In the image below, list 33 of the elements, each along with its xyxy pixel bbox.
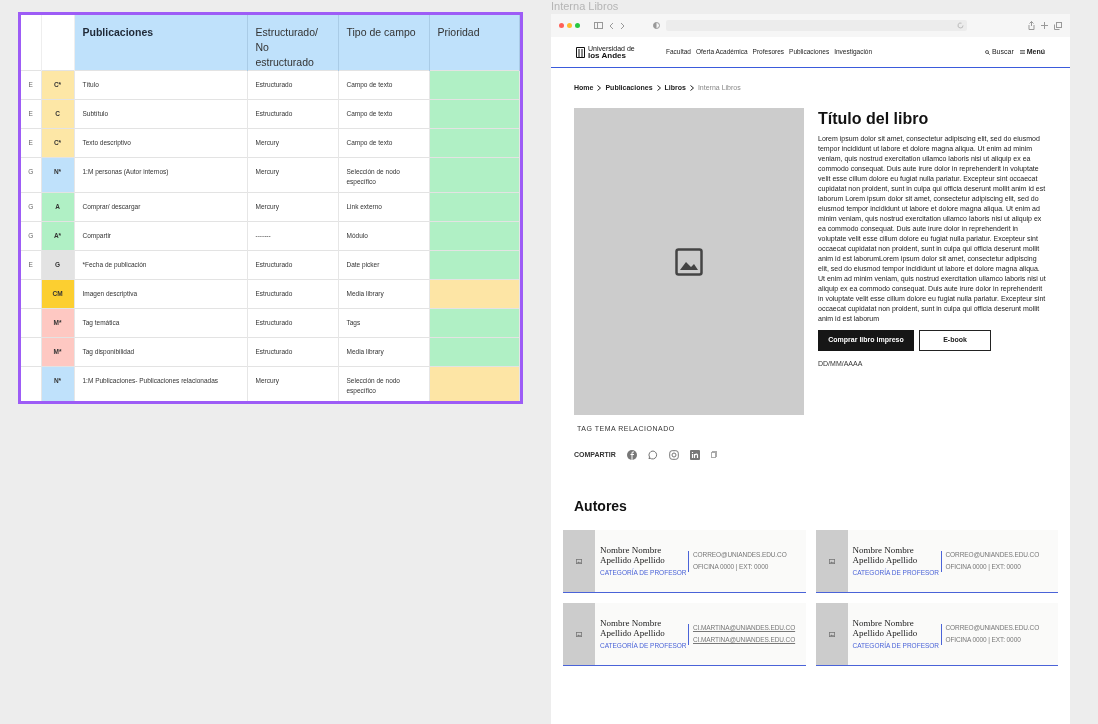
facebook-icon[interactable]	[626, 449, 637, 460]
share-icon[interactable]	[1028, 21, 1035, 30]
chevron-icon	[689, 85, 694, 91]
column-header: Prioridad	[429, 15, 520, 71]
column-header: Tipo de campo	[338, 15, 429, 71]
search-icon	[984, 49, 990, 55]
logo-mark-icon	[576, 46, 585, 58]
tabs-icon[interactable]	[1054, 21, 1062, 30]
chevron-icon	[597, 85, 602, 91]
instagram-icon[interactable]	[668, 449, 679, 460]
image-icon	[576, 631, 582, 637]
linkedin-icon[interactable]	[689, 449, 700, 460]
image-icon	[828, 558, 835, 564]
copy-icon[interactable]	[710, 451, 717, 459]
author-name: Nombre Nombre Apellido Apellido	[852, 617, 919, 638]
chevron-icon	[656, 85, 661, 91]
image-icon	[675, 247, 703, 276]
back-icon[interactable]	[609, 21, 614, 30]
column-header: Publicaciones	[74, 15, 247, 71]
author-name: Nombre Nombre Apellido Apellido	[600, 544, 666, 565]
section-title: Autores	[573, 497, 628, 516]
author-name: Nombre Nombre Apellido Apellido	[600, 617, 666, 638]
book-title: Título del libro	[818, 109, 930, 129]
image-icon	[576, 558, 582, 564]
menu-icon	[1019, 50, 1025, 54]
logo-text: los Andes	[588, 51, 627, 60]
forward-icon[interactable]	[620, 21, 625, 30]
author-name: Nombre Nombre Apellido Apellido	[852, 544, 919, 565]
image-icon	[828, 631, 835, 637]
new-tab-icon[interactable]	[1041, 22, 1048, 29]
reload-icon[interactable]	[957, 22, 964, 29]
sidebar-icon[interactable]	[594, 22, 603, 29]
column-header: Estructurado/ No estructurado	[247, 15, 338, 71]
